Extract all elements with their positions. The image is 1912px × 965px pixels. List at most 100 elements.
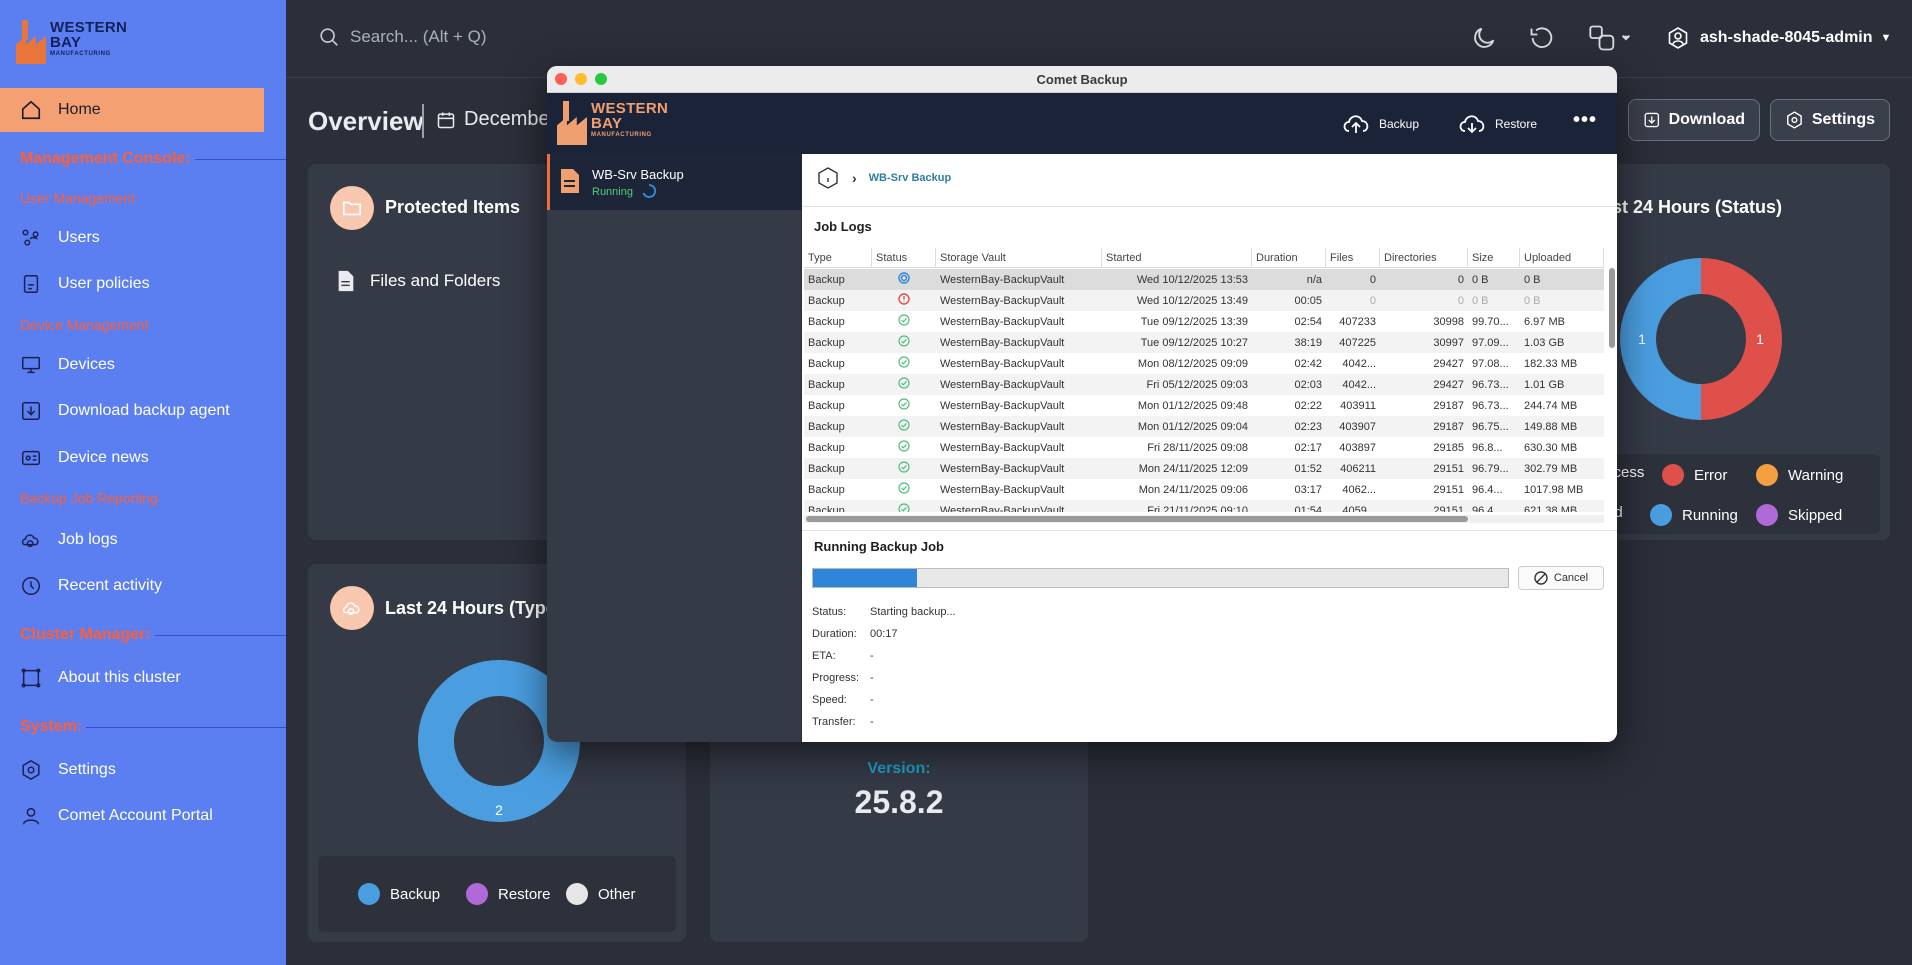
cell-type: Backup — [808, 336, 845, 349]
job-logs-table: Type Status Storage Vault Started Durati… — [804, 248, 1604, 512]
sidebar-item-label: Recent activity — [58, 577, 163, 594]
clock-icon — [20, 575, 42, 597]
job-state: Running — [592, 183, 657, 198]
horizontal-scrollbar[interactable] — [804, 515, 1604, 523]
cell-uploaded: 0 B — [1524, 273, 1541, 286]
cell-files: 406211 — [1340, 462, 1376, 475]
backup-button[interactable]: Backup — [1341, 113, 1419, 135]
search-input[interactable]: Search... (Alt + Q) — [318, 26, 487, 48]
status-row: Status: Starting backup... — [812, 606, 956, 618]
cell-files: 4062... — [1342, 483, 1376, 496]
subsection-backup-job-reporting: Backup Job Reporting — [20, 490, 158, 506]
duration-value: 00:17 — [870, 628, 898, 640]
download-button[interactable]: Download — [1628, 99, 1760, 141]
col-files[interactable]: Files — [1326, 248, 1380, 268]
success-status-icon — [898, 314, 910, 326]
settings-button[interactable]: Settings — [1770, 99, 1890, 141]
col-duration[interactable]: Duration — [1252, 248, 1326, 268]
cell-started: Fri 21/11/2025 09:10 — [1147, 504, 1248, 513]
sidebar-item-download-backup-agent[interactable]: Download backup agent — [0, 389, 286, 433]
home-icon[interactable] — [816, 166, 840, 190]
window-titlebar[interactable]: Comet Backup — [547, 66, 1617, 93]
success-status-icon — [898, 377, 910, 389]
legend-running[interactable]: Running — [1650, 504, 1738, 526]
legend-other[interactable]: Other — [566, 883, 636, 905]
sidebar-item-label: Job logs — [58, 531, 118, 548]
table-row[interactable]: Backup WesternBay-BackupVault Fri 05/12/20… — [804, 374, 1604, 395]
running-status-icon — [898, 272, 910, 284]
table-row[interactable]: Backup WesternBay-BackupVault Fri 21/11/20… — [804, 500, 1604, 512]
breadcrumb-current[interactable]: WB-Srv Backup — [869, 172, 952, 184]
cell-duration: 03:17 — [1294, 483, 1322, 496]
col-uploaded[interactable]: Uploaded — [1520, 248, 1604, 268]
account-icon — [1668, 27, 1688, 49]
job-name: WB-Srv Backup — [592, 167, 684, 182]
table-row[interactable]: Backup WesternBay-BackupVault Fri 28/11/20… — [804, 437, 1604, 458]
cell-duration: 02:17 — [1294, 441, 1322, 454]
more-options-icon[interactable]: ••• — [1573, 109, 1597, 132]
col-directories[interactable]: Directories — [1380, 248, 1468, 268]
cell-started: Tue 09/12/2025 10:27 — [1140, 336, 1248, 349]
table-row[interactable]: Backup WesternBay-BackupVault Mon 01/12/20… — [804, 416, 1604, 437]
file-icon — [338, 270, 354, 292]
date-range-picker[interactable]: December — [436, 108, 556, 131]
dark-mode-icon[interactable] — [1470, 24, 1498, 52]
cell-storage-vault: WesternBay-BackupVault — [940, 441, 1065, 454]
chevron-right-icon: › — [852, 170, 857, 186]
language-dropdown-icon[interactable] — [1588, 24, 1634, 52]
legend-warning[interactable]: Warning — [1756, 464, 1843, 486]
success-status-icon — [898, 398, 910, 410]
legend-error[interactable]: Error — [1662, 464, 1727, 486]
sidebar-item-device-news[interactable]: Device news — [0, 436, 286, 480]
table-row[interactable]: Backup WesternBay-BackupVault Tue 09/12/20… — [804, 332, 1604, 353]
sidebar-item-job-logs[interactable]: Job logs — [0, 518, 286, 562]
company-logo[interactable]: WESTERN BAY MANUFACTURING — [16, 20, 127, 64]
cell-type: Backup — [808, 273, 845, 286]
table-row[interactable]: Backup WesternBay-BackupVault Mon 24/11/20… — [804, 458, 1604, 479]
sidebar-item-about-cluster[interactable]: About this cluster — [0, 656, 286, 700]
legend-skipped[interactable]: Skipped — [1756, 504, 1842, 526]
col-started[interactable]: Started — [1102, 248, 1252, 268]
col-storage-vault[interactable]: Storage Vault — [936, 248, 1102, 268]
job-item-wb-srv-backup[interactable]: WB-Srv Backup Running — [547, 154, 802, 210]
sidebar-item-recent-activity[interactable]: Recent activity — [0, 564, 286, 608]
table-row[interactable]: Backup WesternBay-BackupVault Mon 01/12/20… — [804, 395, 1604, 416]
col-status[interactable]: Status — [872, 248, 936, 268]
logo-line2: BAY — [50, 34, 82, 51]
cell-storage-vault: WesternBay-BackupVault — [940, 294, 1065, 307]
col-size[interactable]: Size — [1468, 248, 1520, 268]
donut-segment-success — [1620, 258, 1702, 420]
table-row[interactable]: Backup WesternBay-BackupVault Wed 10/12/20… — [804, 290, 1604, 311]
cancel-button[interactable]: Cancel — [1518, 566, 1604, 590]
cloud-download-icon — [1459, 115, 1485, 134]
cell-started: Fri 05/12/2025 09:03 — [1146, 378, 1248, 391]
cell-storage-vault: WesternBay-BackupVault — [940, 378, 1065, 391]
sidebar-item-home[interactable]: Home — [0, 88, 264, 132]
progress-fill — [813, 569, 918, 587]
legend-backup[interactable]: Backup — [358, 883, 440, 905]
col-type[interactable]: Type — [804, 248, 872, 268]
cell-size: 99.70... — [1472, 315, 1509, 328]
table-row[interactable]: Backup WesternBay-BackupVault Tue 09/12/20… — [804, 311, 1604, 332]
sidebar-item-comet-account-portal[interactable]: Comet Account Portal — [0, 794, 286, 838]
sidebar-item-users[interactable]: Users — [0, 216, 286, 260]
restore-button[interactable]: Restore — [1457, 113, 1537, 135]
cell-size: 96.8... — [1472, 441, 1503, 454]
legend-restore[interactable]: Restore — [466, 883, 551, 905]
page-title: Overview — [308, 106, 424, 136]
user-menu[interactable]: ash-shade-8045-admin ▼ — [1666, 26, 1891, 50]
sidebar-item-settings[interactable]: Settings — [0, 748, 286, 792]
files-and-folders-item[interactable]: Files and Folders — [336, 270, 500, 292]
refresh-icon[interactable] — [1528, 24, 1556, 52]
cell-uploaded: 302.79 MB — [1524, 462, 1578, 475]
table-row[interactable]: Backup WesternBay-BackupVault Mon 24/11/20… — [804, 479, 1604, 500]
cell-type: Backup — [808, 294, 845, 307]
table-row[interactable]: Backup WesternBay-BackupVault Wed 10/12/20… — [804, 269, 1604, 290]
sidebar-item-devices[interactable]: Devices — [0, 343, 286, 387]
donut-label-left: 1 — [1638, 331, 1646, 347]
status-value: Starting backup... — [870, 606, 956, 618]
vertical-scrollbar[interactable] — [1608, 248, 1616, 512]
table-row[interactable]: Backup WesternBay-BackupVault Mon 08/12/20… — [804, 353, 1604, 374]
cell-uploaded: 6.97 MB — [1524, 315, 1565, 328]
sidebar-item-user-policies[interactable]: User policies — [0, 262, 286, 306]
